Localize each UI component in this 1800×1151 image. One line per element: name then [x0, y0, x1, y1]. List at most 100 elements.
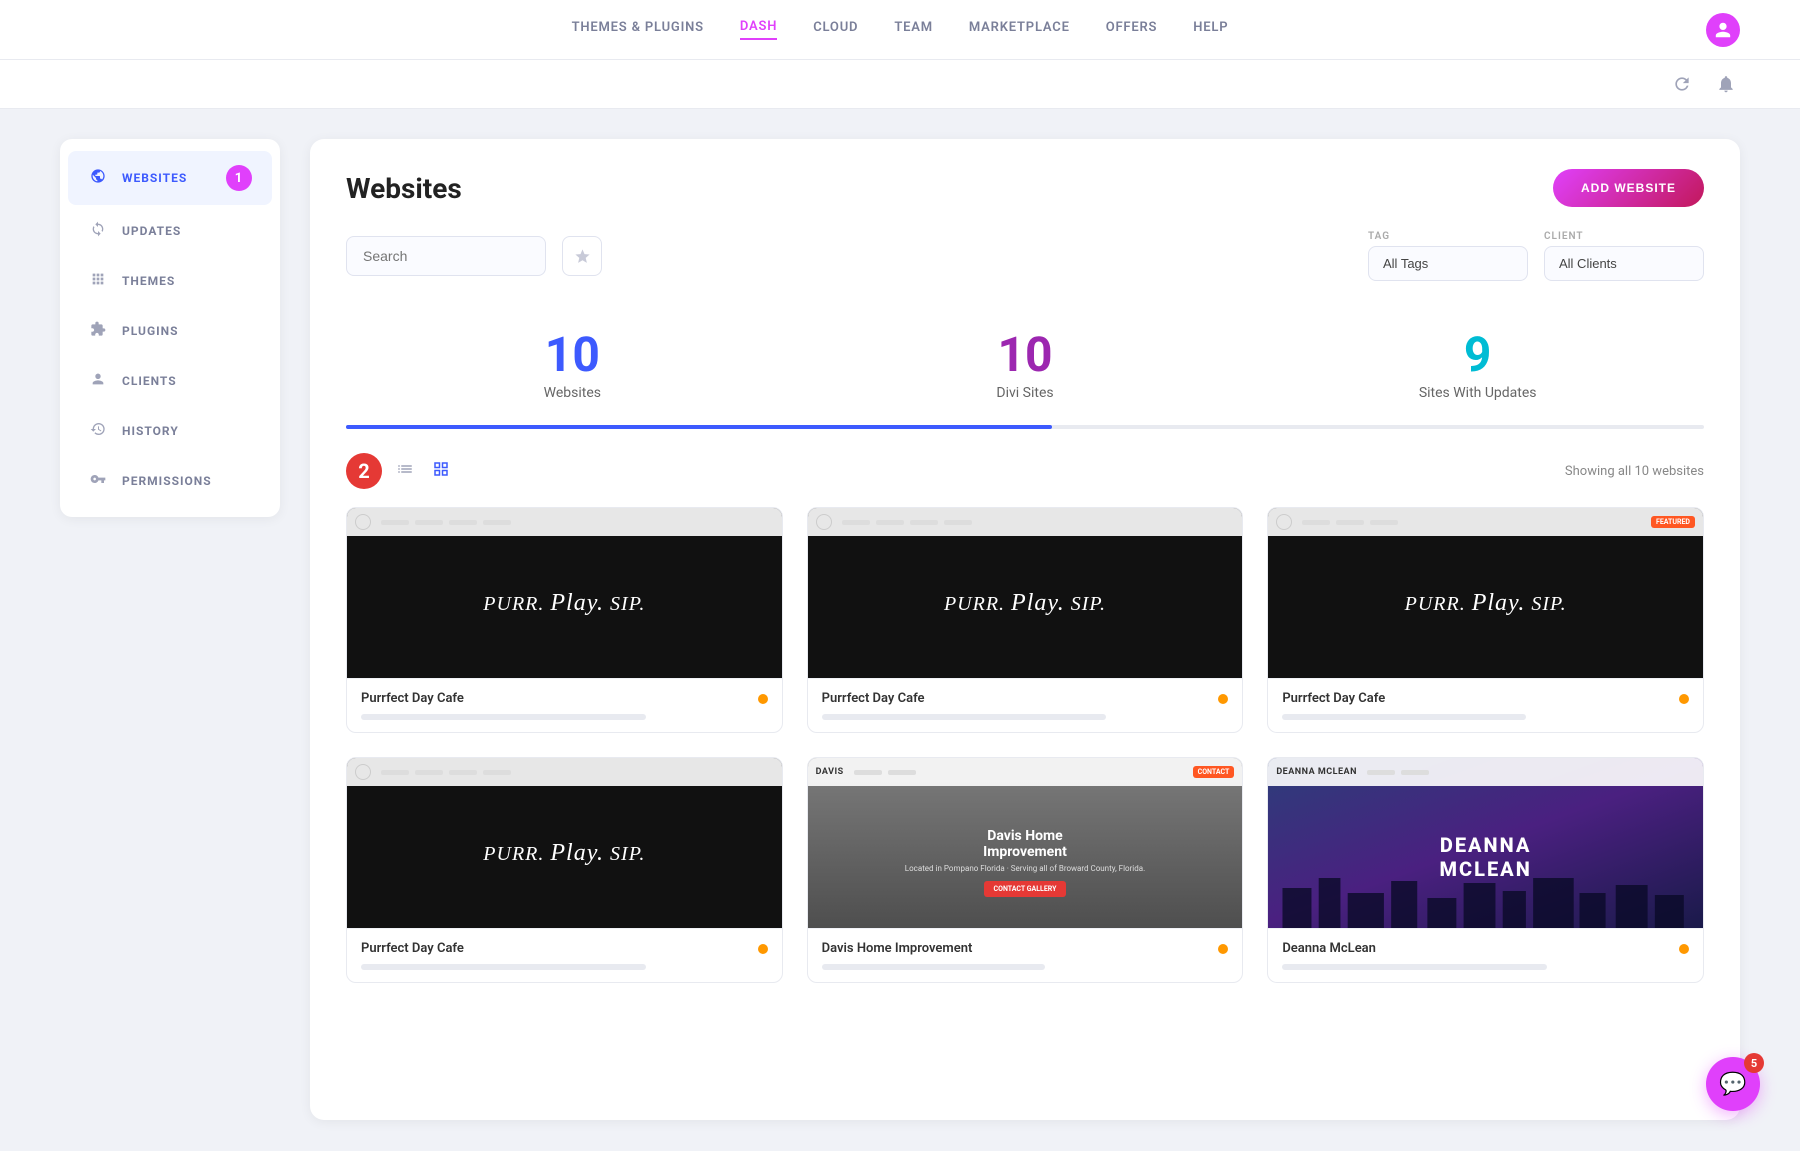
thumb-nav-item [415, 520, 443, 525]
card-name: Purrfect Day Cafe [361, 941, 464, 956]
sidebar-label-permissions: PERMISSIONS [122, 474, 212, 488]
sidebar-item-clients[interactable]: CLIENTS [68, 357, 272, 405]
website-card[interactable]: PURR. Play. SIP. Purrfect Day Cafe [346, 757, 783, 983]
tag-filter-label: TAG [1368, 231, 1528, 242]
card-thumbnail: PURR. Play. SIP. [347, 508, 782, 678]
user-avatar[interactable] [1706, 13, 1740, 47]
card-info: Purrfect Day Cafe [1268, 678, 1703, 732]
thumb-text: PURR. Play. SIP. [483, 590, 645, 617]
sidebar-item-updates[interactable]: UPDATES [68, 207, 272, 255]
grid-controls: 2 Showing all 10 websites [346, 453, 1704, 489]
thumb-nav-item [888, 770, 916, 775]
sidebar-item-permissions[interactable]: PERMISSIONS [68, 457, 272, 505]
thumb-nav [1367, 770, 1429, 775]
notification-icon[interactable] [1712, 70, 1740, 98]
card-url-bar [822, 964, 1046, 970]
card-url-bar [822, 714, 1107, 720]
tag-filter-select[interactable]: All Tags [1368, 246, 1528, 281]
card-thumbnail: DEANNA MCLEAN [1268, 758, 1703, 928]
nav-links: THEMES & PLUGINS DASH CLOUD TEAM MARKETP… [572, 19, 1229, 40]
showing-label: Showing all 10 websites [1565, 464, 1704, 479]
stat-websites: 10 Websites [346, 311, 799, 417]
card-name-row: Deanna McLean [1282, 941, 1689, 956]
thumb-logo [355, 514, 371, 530]
nav-link-help[interactable]: HELP [1193, 20, 1228, 39]
card-name-row: Davis Home Improvement [822, 941, 1229, 956]
nav-link-cloud[interactable]: CLOUD [813, 20, 858, 39]
stat-updates: 9 Sites With Updates [1251, 311, 1704, 417]
website-card[interactable]: FEATURED PURR. Play. SIP. Purrfect Day C… [1267, 507, 1704, 733]
nav-link-offers[interactable]: OFFERS [1106, 20, 1158, 39]
thumbnail-top-bar: DEANNA MCLEAN [1268, 758, 1703, 786]
thumb-logo [816, 514, 832, 530]
website-card[interactable]: PURR. Play. SIP. Purrfect Day Cafe [346, 507, 783, 733]
card-url-bar [361, 964, 646, 970]
thumb-nav-item [1336, 520, 1364, 525]
sidebar-item-themes[interactable]: THEMES [68, 257, 272, 305]
thumb-badge: CONTACT [1193, 766, 1235, 778]
progress-bar-fill [346, 425, 1052, 429]
stat-number-divi: 10 [799, 331, 1252, 379]
card-name-row: Purrfect Day Cafe [361, 691, 768, 706]
card-name: Davis Home Improvement [822, 941, 973, 956]
nav-link-dash[interactable]: DASH [740, 19, 777, 40]
card-name: Purrfect Day Cafe [822, 691, 925, 706]
card-info: Deanna McLean [1268, 928, 1703, 982]
thumb-badge: FEATURED [1651, 516, 1695, 528]
add-website-button[interactable]: ADD WEBSITE [1553, 169, 1704, 207]
sidebar-label-plugins: PLUGINS [122, 324, 178, 338]
sidebar-item-plugins[interactable]: PLUGINS [68, 307, 272, 355]
thumb-nav [842, 520, 972, 525]
card-name-row: Purrfect Day Cafe [361, 941, 768, 956]
progress-bar-wrap [346, 425, 1704, 429]
refresh-icon[interactable] [1668, 70, 1696, 98]
status-dot [1218, 694, 1228, 704]
card-name: Deanna McLean [1282, 941, 1376, 956]
card-thumbnail: DAVIS CONTACT Davis HomeImprovement Loca… [808, 758, 1243, 928]
thumb-text: PURR. Play. SIP. [944, 590, 1106, 617]
thumb-nav [1302, 520, 1398, 525]
thumb-nav-item [842, 520, 870, 525]
thumbnail-top-bar [347, 508, 782, 536]
nav-link-marketplace[interactable]: MARKETPLACE [969, 20, 1070, 39]
card-info: Purrfect Day Cafe [347, 928, 782, 982]
card-url-bar [1282, 964, 1546, 970]
grid-view-button[interactable] [426, 456, 456, 487]
chat-icon: 💬 [1719, 1072, 1746, 1097]
website-card[interactable]: DAVIS CONTACT Davis HomeImprovement Loca… [807, 757, 1244, 983]
nav-link-themes-plugins[interactable]: THEMES & PLUGINS [572, 20, 704, 39]
card-info: Purrfect Day Cafe [347, 678, 782, 732]
page-title: Websites [346, 172, 462, 205]
client-filter-select[interactable]: All Clients [1544, 246, 1704, 281]
nav-link-team[interactable]: TEAM [894, 20, 933, 39]
sidebar-item-history[interactable]: HISTORY [68, 407, 272, 455]
permissions-icon [88, 471, 108, 491]
card-url-bar [361, 714, 646, 720]
sidebar-label-updates: UPDATES [122, 224, 181, 238]
favorites-button[interactable] [562, 236, 602, 276]
website-card[interactable]: DEANNA MCLEAN [1267, 757, 1704, 983]
view-icons [390, 456, 456, 487]
websites-badge: 1 [226, 165, 252, 191]
stat-label-divi: Divi Sites [799, 385, 1252, 401]
stats-row: 10 Websites 10 Divi Sites 9 Sites With U… [346, 311, 1704, 417]
thumb-nav [381, 770, 511, 775]
status-dot [758, 944, 768, 954]
search-input[interactable] [346, 236, 546, 276]
sidebar-label-websites: WEBSITES [122, 171, 187, 185]
history-icon [88, 421, 108, 441]
step-2-badge: 2 [346, 453, 382, 489]
sidebar-label-history: HISTORY [122, 424, 179, 438]
thumb-nav [854, 770, 916, 775]
card-info: Purrfect Day Cafe [808, 678, 1243, 732]
chat-bubble[interactable]: 💬 5 [1706, 1057, 1760, 1111]
chat-badge: 5 [1744, 1053, 1764, 1073]
nav-user-area [1706, 13, 1740, 47]
list-view-button[interactable] [390, 456, 420, 487]
stat-label-updates: Sites With Updates [1251, 385, 1704, 401]
sidebar-item-websites[interactable]: WEBSITES 1 [68, 151, 272, 205]
website-card[interactable]: PURR. Play. SIP. Purrfect Day Cafe [807, 507, 1244, 733]
thumb-nav-item [854, 770, 882, 775]
thumb-nav-item [1302, 520, 1330, 525]
updates-icon [88, 221, 108, 241]
